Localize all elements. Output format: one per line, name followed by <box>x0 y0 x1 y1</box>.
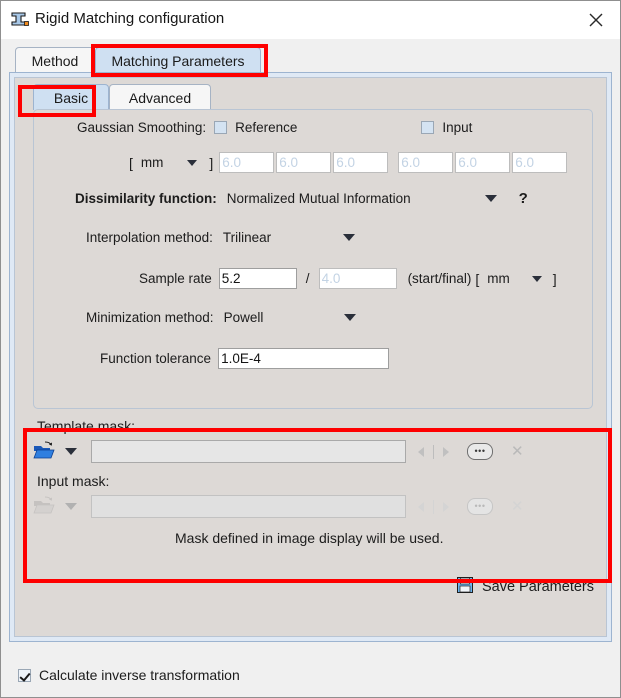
input-mask-prev-icon <box>418 501 424 512</box>
gaussian-input-checkbox[interactable] <box>421 121 435 134</box>
save-parameters-button[interactable]: Save Parameters <box>456 576 594 597</box>
function-tolerance-row: Function tolerance <box>100 348 390 369</box>
sample-rate-separator: / <box>305 271 310 286</box>
matching-parameters-inner: Basic Advanced Gaussian Smoothing: Refer… <box>14 77 607 637</box>
matching-parameters-panel: Basic Advanced Gaussian Smoothing: Refer… <box>9 72 612 642</box>
calculate-inverse-transformation-label: Calculate inverse transformation <box>39 667 240 683</box>
dissimilarity-function-row: Dissimilarity function: Normalized Mutua… <box>75 190 528 207</box>
smoothing-values-row: [ mm ] <box>129 152 568 173</box>
smoothing-value-5[interactable] <box>512 152 568 173</box>
tab-matching-parameters-label: Matching Parameters <box>111 52 245 69</box>
floppy-disk-icon <box>456 576 474 597</box>
outer-tabstrip: Method Matching Parameters <box>9 47 612 73</box>
dialog-body: Method Matching Parameters Basic Advance… <box>1 39 620 697</box>
input-mask-options-button: ••• <box>467 498 493 515</box>
smoothing-value-0[interactable] <box>219 152 275 173</box>
interpolation-method-row: Interpolation method: Trilinear <box>86 230 356 245</box>
sample-rate-close-bracket: ] <box>552 270 557 287</box>
input-mask-dropdown-icon <box>65 503 77 510</box>
gaussian-reference-label: Reference <box>235 120 298 135</box>
sample-rate-open-bracket: [ <box>475 270 480 287</box>
gaussian-reference-checkbox[interactable] <box>214 121 228 134</box>
save-parameters-label: Save Parameters <box>481 578 594 595</box>
smoothing-value-4[interactable] <box>455 152 511 173</box>
template-mask-label: Template mask: <box>37 418 136 434</box>
input-mask-input <box>91 495 406 518</box>
tab-advanced-label: Advanced <box>128 89 192 106</box>
interpolation-dropdown-icon[interactable] <box>343 234 356 241</box>
calculate-inverse-transformation-checkbox[interactable] <box>18 668 31 682</box>
smoothing-value-2[interactable] <box>333 152 389 173</box>
input-mask-row: ••• ✕ <box>33 495 524 518</box>
minimization-method-value: Powell <box>223 310 264 325</box>
template-mask-next-icon[interactable] <box>443 446 449 457</box>
template-mask-open-folder-icon[interactable] <box>33 440 55 463</box>
interpolation-method-label: Interpolation method: <box>86 230 213 245</box>
calculate-inverse-transformation-row[interactable]: Calculate inverse transformation <box>18 667 240 683</box>
sample-rate-row: Sample rate / (start/final) [ mm ] <box>139 268 557 289</box>
close-icon[interactable] <box>580 7 612 33</box>
basic-settings-panel: Gaussian Smoothing: Reference Input [ mm… <box>33 109 593 409</box>
input-mask-next-icon <box>443 501 449 512</box>
function-tolerance-input[interactable] <box>218 348 390 369</box>
dissimilarity-help-icon[interactable]: ? <box>519 190 528 207</box>
interpolation-method-value: Trilinear <box>222 230 272 245</box>
sample-rate-start-input[interactable] <box>218 268 297 289</box>
sample-rate-unit-label: mm <box>487 271 510 286</box>
rigid-matching-icon <box>11 12 29 28</box>
template-mask-input[interactable] <box>91 440 406 463</box>
function-tolerance-label: Function tolerance <box>100 351 212 366</box>
tab-advanced[interactable]: Advanced <box>109 84 211 110</box>
smoothing-open-bracket: [ <box>129 154 133 171</box>
template-mask-options-button[interactable]: ••• <box>467 443 493 460</box>
input-mask-clear-icon: ✕ <box>511 498 524 515</box>
mask-note: Mask defined in image display will be us… <box>175 530 444 546</box>
dissimilarity-function-value: Normalized Mutual Information <box>226 191 411 206</box>
smoothing-unit-dropdown-icon[interactable] <box>187 159 198 166</box>
rigid-matching-dialog: Rigid Matching configuration Method Matc… <box>0 0 621 698</box>
minimization-method-row: Minimization method: Powell <box>86 310 357 325</box>
template-mask-options-dots: ••• <box>474 446 486 456</box>
smoothing-value-3[interactable] <box>398 152 454 173</box>
tab-basic[interactable]: Basic <box>33 84 109 110</box>
template-mask-nav-separator <box>433 444 434 459</box>
template-mask-row: ••• ✕ <box>33 440 524 463</box>
tab-method[interactable]: Method <box>15 47 95 73</box>
tab-matching-parameters[interactable]: Matching Parameters <box>95 47 261 73</box>
title-bar: Rigid Matching configuration <box>1 1 620 39</box>
smoothing-close-bracket: ] <box>209 154 214 171</box>
sample-rate-suffix: (start/final) <box>407 271 472 286</box>
minimization-dropdown-icon[interactable] <box>344 314 357 321</box>
sample-rate-unit-dropdown-icon[interactable] <box>531 275 542 282</box>
input-mask-options-dots: ••• <box>474 501 486 511</box>
template-mask-prev-icon[interactable] <box>418 446 424 457</box>
mask-section: Template mask: ••• ✕ Input mask: ••• ✕ M… <box>33 418 593 566</box>
input-mask-label: Input mask: <box>37 473 110 489</box>
smoothing-value-1[interactable] <box>276 152 332 173</box>
input-mask-open-folder-icon <box>33 495 55 518</box>
template-mask-dropdown-icon[interactable] <box>65 448 77 455</box>
sample-rate-final-input[interactable] <box>318 268 397 289</box>
smoothing-unit-label: mm <box>140 155 164 170</box>
sample-rate-label: Sample rate <box>139 271 212 286</box>
tab-basic-label: Basic <box>53 89 89 106</box>
gaussian-input-label: Input <box>442 120 473 135</box>
dissimilarity-dropdown-icon[interactable] <box>484 195 497 202</box>
gaussian-smoothing-row: Gaussian Smoothing: Reference Input <box>77 120 472 135</box>
tab-method-label: Method <box>31 52 79 69</box>
dissimilarity-function-label: Dissimilarity function: <box>75 191 217 206</box>
template-mask-clear-icon[interactable]: ✕ <box>511 444 524 459</box>
window-title: Rigid Matching configuration <box>35 10 225 27</box>
input-mask-nav-separator <box>433 499 434 514</box>
minimization-method-label: Minimization method: <box>86 310 214 325</box>
inner-tabstrip: Basic Advanced <box>25 84 595 110</box>
gaussian-smoothing-label: Gaussian Smoothing: <box>77 120 207 135</box>
